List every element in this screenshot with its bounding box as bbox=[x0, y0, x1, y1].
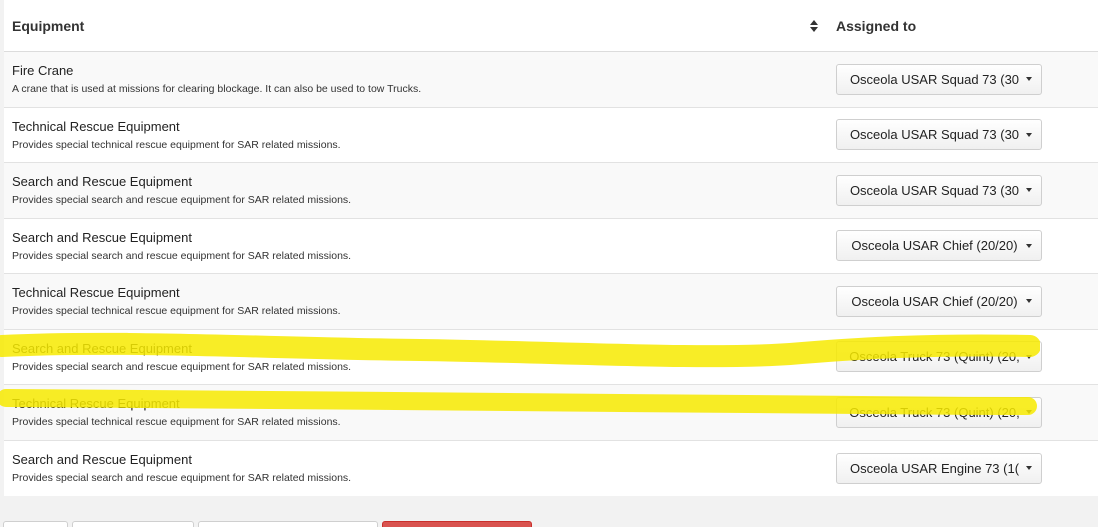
assign-vehicle-label: Osceola USAR Squad 73 (30 bbox=[849, 127, 1020, 143]
table-row: Search and Rescue Equipment Provides spe… bbox=[4, 217, 1098, 274]
equipment-cell: Search and Rescue Equipment Provides spe… bbox=[4, 439, 824, 496]
equipment-name: Search and Rescue Equipment bbox=[12, 229, 192, 245]
equipment-cell: Technical Rescue Equipment Provides spec… bbox=[4, 273, 824, 329]
table-row: Technical Rescue Equipment Provides spec… bbox=[4, 106, 1098, 163]
equipment-name: Fire Crane bbox=[12, 63, 74, 79]
equipment-table-container: Equipment Assigned to Fire Crane A crane… bbox=[4, 0, 1098, 496]
assign-vehicle-label: Osceola USAR Engine 73 (1( bbox=[849, 460, 1020, 476]
table-row: Search and Rescue Equipment Provides spe… bbox=[4, 328, 1098, 385]
equipment-name: Search and Rescue Equipment bbox=[12, 452, 192, 467]
caret-down-icon bbox=[1026, 243, 1032, 248]
assigned-cell: Osceola USAR Chief (20/20) bbox=[824, 217, 1098, 274]
assign-vehicle-label: Osceola USAR Squad 73 (30 bbox=[849, 182, 1020, 198]
header-assigned-to-label: Assigned to bbox=[836, 17, 917, 34]
assign-vehicle-label: Osceola USAR Chief (20/20) bbox=[851, 238, 1018, 254]
assign-vehicle-dropdown[interactable]: Osceola USAR Squad 73 (30 bbox=[836, 63, 1042, 95]
caret-down-icon bbox=[1026, 410, 1032, 415]
assign-vehicle-dropdown[interactable]: Osceola Truck 73 (Quint) (20, bbox=[836, 396, 1042, 428]
equipment-description: Provides special search and rescue equip… bbox=[12, 249, 352, 262]
equipment-cell: Technical Rescue Equipment Provides spec… bbox=[4, 106, 824, 163]
equipment-name: Technical Rescue Equipment bbox=[12, 396, 180, 412]
caret-down-icon bbox=[1026, 188, 1032, 193]
header-equipment-label: Equipment bbox=[12, 17, 85, 34]
caret-down-icon bbox=[1026, 354, 1032, 359]
assigned-cell: Osceola USAR Squad 73 (30 bbox=[824, 162, 1098, 218]
assigned-cell: Osceola Truck 73 (Quint) (20, bbox=[824, 328, 1098, 385]
assign-vehicle-dropdown[interactable]: Osceola USAR Chief (20/20) bbox=[836, 285, 1042, 317]
caret-down-icon bbox=[1026, 299, 1032, 304]
assign-vehicle-label: Osceola Truck 73 (Quint) (20, bbox=[849, 349, 1020, 365]
equipment-name: Search and Rescue Equipment bbox=[12, 174, 192, 190]
header-assigned-to: Assigned to bbox=[824, 0, 1098, 52]
equipment-cell: Search and Rescue Equipment Provides spe… bbox=[4, 217, 824, 274]
equipment-description: Provides special search and rescue equip… bbox=[12, 194, 352, 207]
bottom-button[interactable] bbox=[3, 521, 68, 527]
assign-vehicle-label: Osceola USAR Chief (20/20) bbox=[851, 293, 1018, 309]
assign-vehicle-dropdown[interactable]: Osceola USAR Chief (20/20) bbox=[836, 230, 1042, 262]
assigned-cell: Osceola USAR Engine 73 (1( bbox=[824, 439, 1098, 496]
table-row: Fire Crane A crane that is used at missi… bbox=[4, 51, 1098, 107]
assign-vehicle-dropdown[interactable]: Osceola USAR Engine 73 (1( bbox=[836, 452, 1042, 484]
assign-vehicle-dropdown[interactable]: Osceola USAR Squad 73 (30 bbox=[836, 119, 1042, 151]
assigned-cell: Osceola USAR Squad 73 (30 bbox=[824, 51, 1098, 107]
caret-down-icon bbox=[1026, 466, 1032, 470]
table-row: Search and Rescue Equipment Provides spe… bbox=[4, 439, 1098, 496]
equipment-cell: Technical Rescue Equipment Provides spec… bbox=[4, 384, 824, 440]
equipment-cell: Fire Crane A crane that is used at missi… bbox=[4, 51, 824, 107]
assign-vehicle-label: Osceola USAR Squad 73 (30 bbox=[849, 71, 1020, 87]
equipment-description: Provides special technical rescue equipm… bbox=[12, 416, 341, 429]
equipment-table: Equipment Assigned to Fire Crane A crane… bbox=[4, 0, 1098, 496]
assign-vehicle-label: Osceola Truck 73 (Quint) (20, bbox=[849, 404, 1020, 420]
table-row: Technical Rescue Equipment Provides spec… bbox=[4, 384, 1098, 440]
table-row: Technical Rescue Equipment Provides spec… bbox=[4, 273, 1098, 329]
bottom-danger-button[interactable] bbox=[382, 521, 532, 527]
assigned-cell: Osceola USAR Chief (20/20) bbox=[824, 273, 1098, 329]
equipment-name: Technical Rescue Equipment bbox=[12, 285, 180, 301]
equipment-description: Provides special search and rescue equip… bbox=[12, 472, 352, 484]
equipment-name: Search and Rescue Equipment bbox=[12, 340, 192, 356]
sort-icon[interactable] bbox=[810, 19, 818, 32]
equipment-description: Provides special search and rescue equip… bbox=[12, 360, 352, 373]
page: Equipment Assigned to Fire Crane A crane… bbox=[0, 0, 1098, 527]
equipment-description: A crane that is used at missions for cle… bbox=[12, 83, 422, 96]
assigned-cell: Osceola Truck 73 (Quint) (20, bbox=[824, 384, 1098, 440]
assigned-cell: Osceola USAR Squad 73 (30 bbox=[824, 106, 1098, 163]
table-header-row: Equipment Assigned to bbox=[4, 0, 1098, 52]
bottom-button-bar bbox=[0, 521, 1098, 527]
equipment-cell: Search and Rescue Equipment Provides spe… bbox=[4, 162, 824, 218]
caret-down-icon bbox=[1026, 77, 1032, 82]
equipment-name: Technical Rescue Equipment bbox=[12, 118, 180, 134]
header-equipment[interactable]: Equipment bbox=[4, 0, 824, 52]
equipment-cell: Search and Rescue Equipment Provides spe… bbox=[4, 328, 824, 385]
bottom-button[interactable] bbox=[198, 521, 378, 527]
bottom-button[interactable] bbox=[72, 521, 194, 527]
table-row: Search and Rescue Equipment Provides spe… bbox=[4, 162, 1098, 218]
caret-down-icon bbox=[1026, 132, 1032, 137]
assign-vehicle-dropdown[interactable]: Osceola USAR Squad 73 (30 bbox=[836, 174, 1042, 206]
assign-vehicle-dropdown[interactable]: Osceola Truck 73 (Quint) (20, bbox=[836, 341, 1042, 373]
equipment-description: Provides special technical rescue equipm… bbox=[12, 305, 341, 318]
equipment-description: Provides special technical rescue equipm… bbox=[12, 138, 341, 151]
